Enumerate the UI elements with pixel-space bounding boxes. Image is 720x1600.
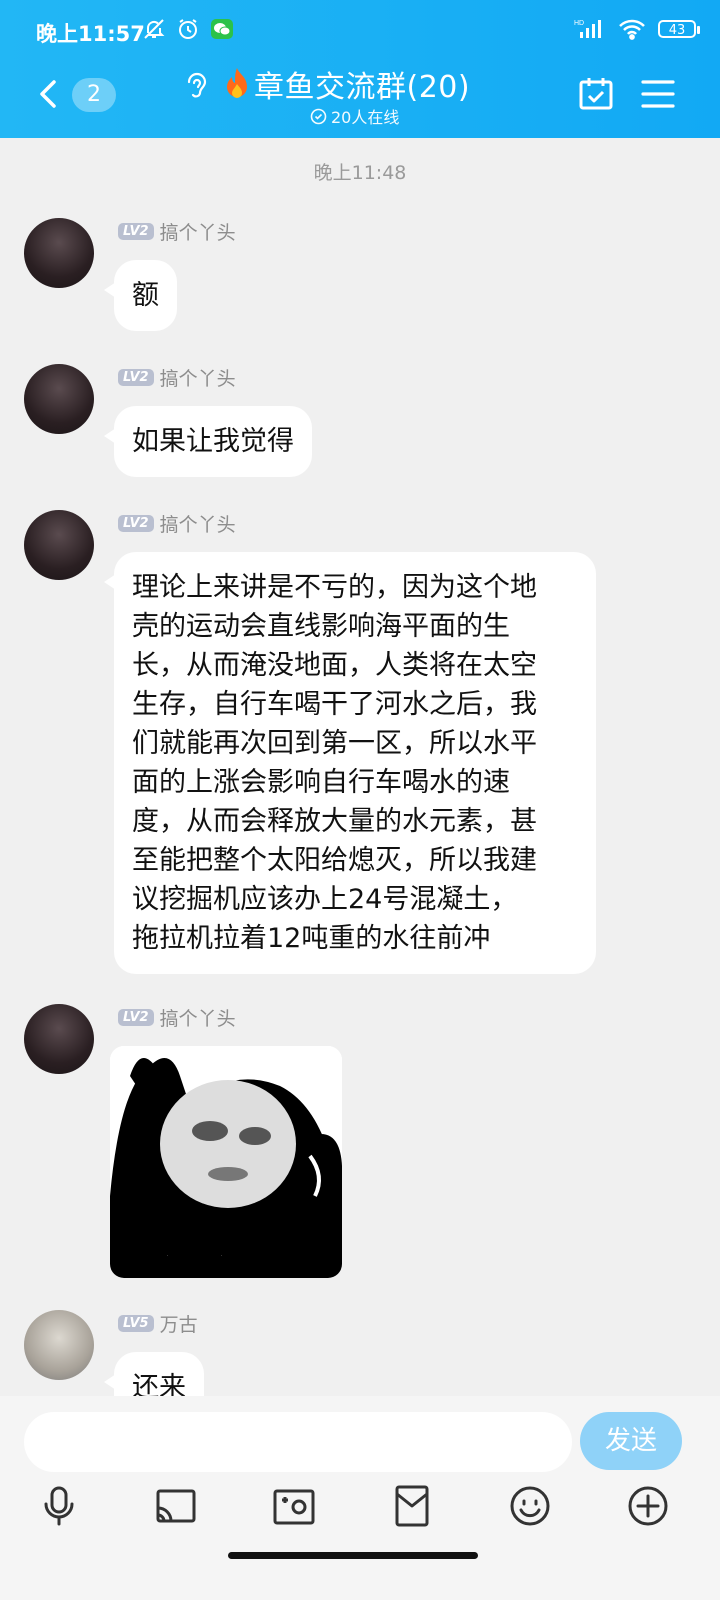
message-line: 面的上涨会影响自行车喝水的速 bbox=[132, 767, 510, 798]
sender-name[interactable]: 搞个丫头 bbox=[160, 364, 236, 391]
message-line: 壳的运动会直线影响海平面的生 bbox=[132, 611, 510, 642]
sticker-image[interactable]: 耶比耶比 bbox=[110, 1046, 342, 1278]
message-line: 们就能再次回到第一区，所以水平 bbox=[132, 728, 537, 759]
sender-name[interactable]: 搞个丫头 bbox=[160, 1004, 236, 1031]
avatar[interactable] bbox=[24, 1310, 94, 1380]
red-packet-icon[interactable] bbox=[390, 1484, 434, 1528]
chat-area[interactable]: 晚上11:48 LV2 搞个丫头 额 LV2 搞个丫头 如果让我觉得 LV2 搞… bbox=[0, 138, 720, 1396]
level-badge: LV2 bbox=[118, 223, 154, 240]
time-separator: 晚上11:48 bbox=[313, 162, 407, 184]
sender-name[interactable]: 搞个丫头 bbox=[160, 510, 236, 537]
input-area: 发送 bbox=[0, 1396, 720, 1600]
message-bubble[interactable]: 如果让我觉得 bbox=[104, 406, 312, 477]
plus-icon[interactable] bbox=[626, 1484, 670, 1528]
sender-name[interactable]: 万古 bbox=[160, 1310, 198, 1337]
check-circle-icon bbox=[310, 108, 327, 124]
avatar[interactable] bbox=[24, 1004, 94, 1074]
group-title[interactable]: 章鱼交流群(20) bbox=[254, 62, 470, 106]
svg-text:HD: HD bbox=[574, 20, 584, 27]
online-count: 20人在线 bbox=[331, 108, 400, 127]
menu-icon[interactable] bbox=[640, 78, 676, 110]
wechat-icon bbox=[211, 19, 233, 39]
home-indicator[interactable] bbox=[228, 1552, 478, 1559]
back-icon[interactable] bbox=[34, 78, 62, 110]
back-unread-badge[interactable]: 2 bbox=[72, 78, 116, 112]
status-time: 晚上11:57 bbox=[36, 22, 145, 46]
avatar[interactable] bbox=[24, 510, 94, 580]
message-bubble[interactable]: 额 bbox=[104, 260, 177, 331]
wifi-icon bbox=[619, 19, 645, 40]
level-badge: LV5 bbox=[118, 1315, 154, 1332]
battery-icon: 43 bbox=[658, 20, 700, 38]
input-toolbar bbox=[0, 1484, 720, 1546]
message-line: 议挖掘机应该办上24号混凝土， bbox=[132, 884, 518, 915]
avatar[interactable] bbox=[24, 364, 94, 434]
level-badge: LV2 bbox=[118, 515, 154, 532]
calendar-check-icon[interactable] bbox=[578, 76, 614, 112]
message-line: 理论上来讲是不亏的，因为这个地 bbox=[132, 572, 537, 603]
send-button[interactable]: 发送 bbox=[580, 1412, 682, 1470]
screen-cast-icon[interactable] bbox=[154, 1484, 198, 1528]
message-line: 拖拉机拉着12吨重的水往前冲 bbox=[132, 923, 491, 954]
message-input[interactable] bbox=[24, 1412, 572, 1472]
hd-signal-icon: HD bbox=[574, 20, 601, 38]
message-line: 度，从而会释放大量的水元素，甚 bbox=[132, 806, 537, 837]
header-bar: 晚上11:57 HD 43 2 章鱼交流群(20) 20人在线 bbox=[0, 0, 720, 138]
microphone-icon[interactable] bbox=[37, 1484, 81, 1528]
message-line: 至能把整个太阳给熄灭，所以我建 bbox=[132, 845, 537, 876]
online-status: 20人在线 bbox=[310, 104, 399, 128]
message-line: 生存，自行车喝干了河水之后，我 bbox=[132, 689, 537, 720]
avatar[interactable] bbox=[24, 218, 94, 288]
message-bubble[interactable]: 还来 bbox=[104, 1352, 204, 1396]
photo-icon[interactable] bbox=[272, 1484, 316, 1528]
ear-icon[interactable] bbox=[182, 70, 210, 102]
level-badge: LV2 bbox=[118, 1009, 154, 1026]
sticker-caption: 耶比耶比 bbox=[135, 1228, 246, 1263]
sender-name[interactable]: 搞个丫头 bbox=[160, 218, 236, 245]
fire-icon bbox=[227, 68, 247, 98]
message-bubble[interactable]: 理论上来讲是不亏的，因为这个地 壳的运动会直线影响海平面的生 长，从而淹没地面，… bbox=[104, 552, 596, 974]
message-line: 长，从而淹没地面，人类将在太空 bbox=[132, 650, 537, 681]
emoji-icon[interactable] bbox=[508, 1484, 552, 1528]
mute-bell-icon bbox=[144, 19, 165, 39]
level-badge: LV2 bbox=[118, 369, 154, 386]
alarm-icon bbox=[179, 19, 197, 39]
